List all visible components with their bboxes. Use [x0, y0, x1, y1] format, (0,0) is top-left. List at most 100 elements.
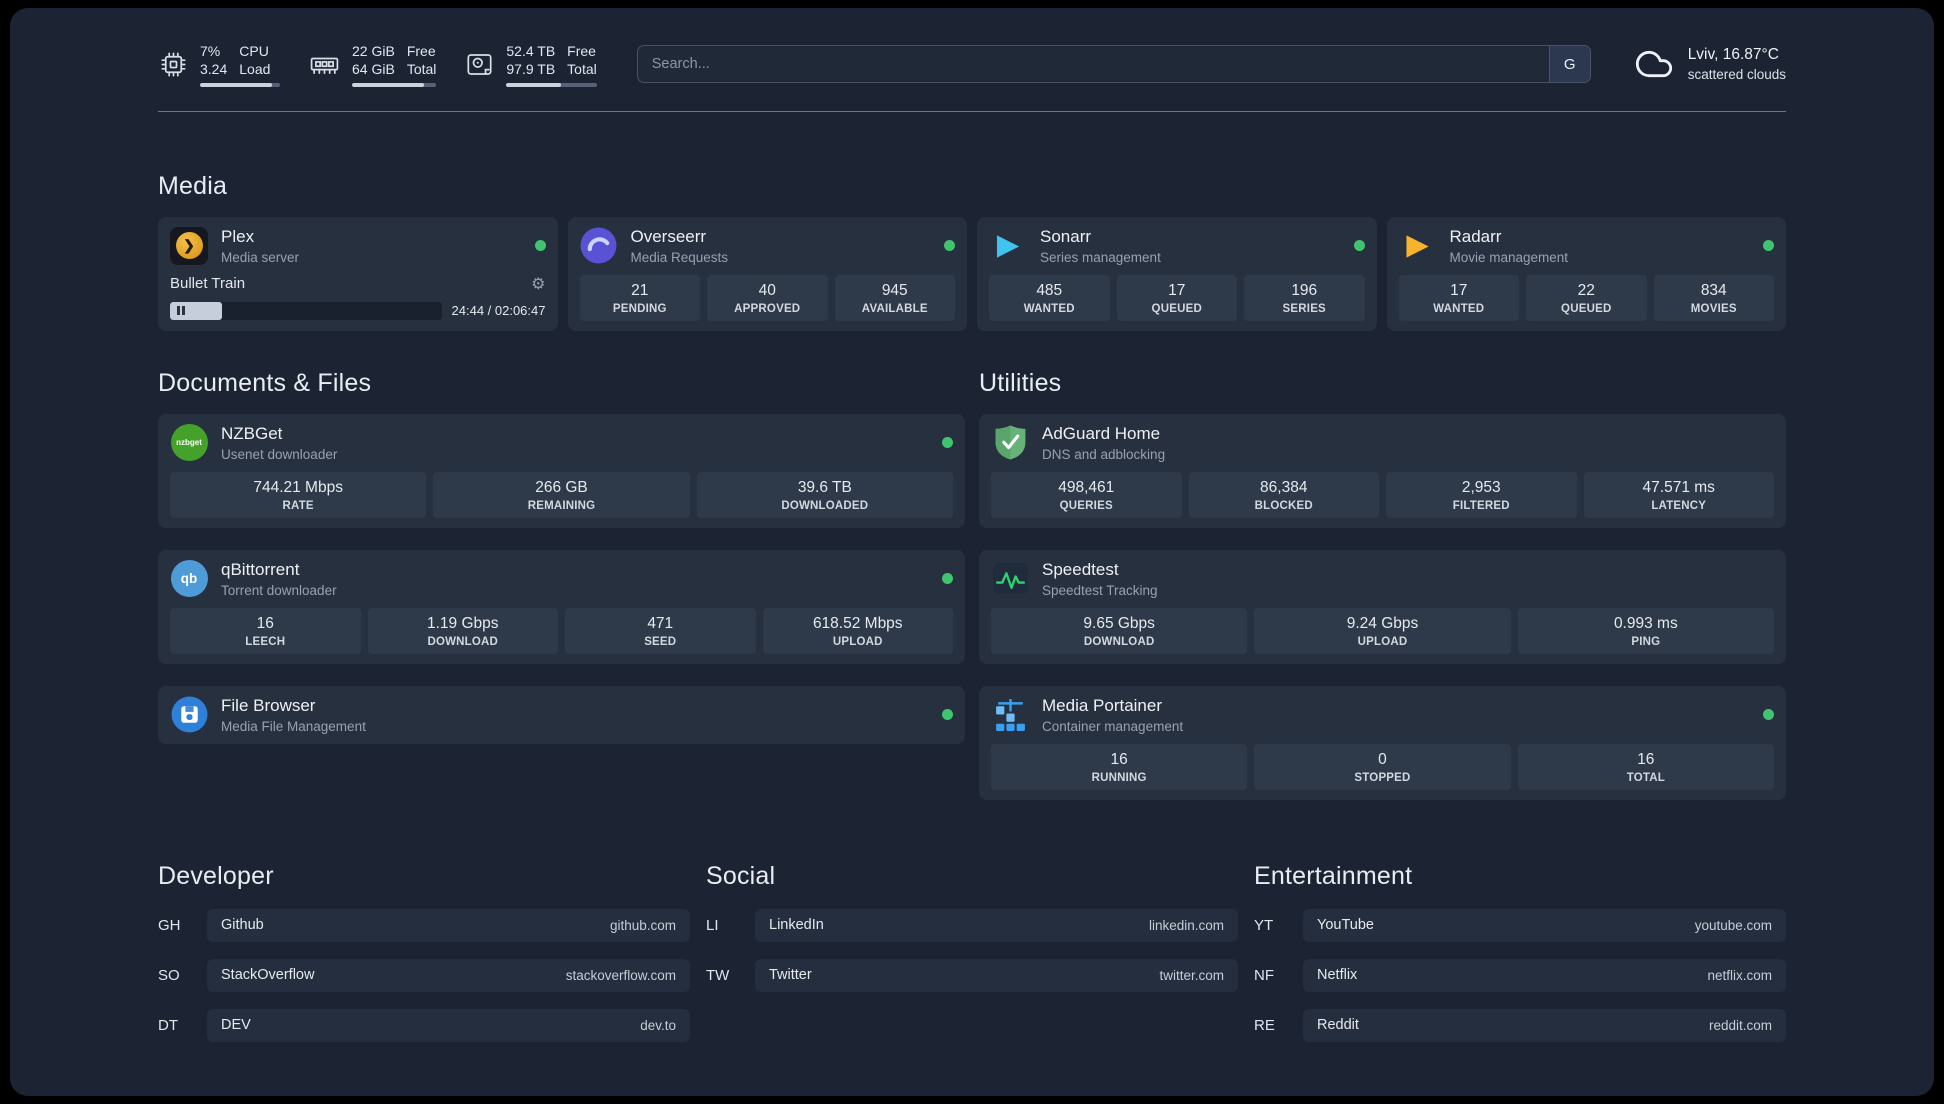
service-card-radarr[interactable]: ▶ Radarr Movie management 17 WANTED 22 Q… — [1386, 216, 1786, 331]
memory-total-label: Total — [406, 61, 437, 78]
disk-usage-bar — [506, 82, 597, 87]
playback-progress-bar — [170, 301, 442, 320]
disk-total-value: 97.9 TB — [506, 61, 556, 78]
service-name: AdGuard Home — [1042, 424, 1161, 444]
service-desc: DNS and adblocking — [1042, 446, 1166, 462]
plex-icon: ❯ — [170, 226, 208, 265]
service-desc: Movie management — [1449, 249, 1569, 265]
service-card-overseerr[interactable]: Overseerr Media Requests 21 PENDING 40 A… — [567, 216, 967, 331]
service-card-adguard[interactable]: AdGuard Home DNS and adblocking 498,461 … — [979, 413, 1786, 528]
cpu-load-label: Load — [239, 61, 271, 78]
memory-usage-bar — [352, 82, 437, 87]
service-name: Media Portainer — [1042, 696, 1163, 716]
cpu-label: CPU — [239, 43, 269, 59]
stat-box: 945 AVAILABLE — [834, 274, 955, 321]
memory-total-value: 64 GiB — [352, 61, 395, 78]
playback-time: 24:44 / 02:06:47 — [451, 303, 546, 319]
bookmark-name: LinkedIn — [769, 917, 824, 934]
disk-total-label: Total — [567, 61, 597, 78]
stat-box: 471 SEED — [565, 607, 756, 654]
bookmark-github[interactable]: GH Github github.com — [158, 908, 690, 942]
weather-location: Lviv, 16.87°C — [1687, 46, 1779, 64]
service-card-speedtest[interactable]: Speedtest Speedtest Tracking 9.65 Gbps D… — [979, 549, 1786, 664]
weather-widget: Lviv, 16.87°C scattered clouds — [1631, 44, 1786, 85]
bookmark-reddit[interactable]: RE Reddit reddit.com — [1254, 1008, 1786, 1042]
bookmark-abbr: SO — [158, 966, 180, 984]
memory-free-label: Free — [406, 43, 436, 59]
stat-box: 0.993 ms PING — [1517, 607, 1774, 654]
service-card-sonarr[interactable]: ▶ Sonarr Series management 485 WANTED 17… — [977, 216, 1377, 331]
bookmark-abbr: NF — [1254, 966, 1274, 984]
section-social: Social LI LinkedIn linkedin.com TW Twitt… — [706, 862, 1238, 1042]
cpu-load-value: 3.24 — [200, 61, 228, 78]
service-card-nzbget[interactable]: nzbget NZBGet Usenet downloader 744.21 M… — [158, 413, 965, 528]
status-dot — [1353, 240, 1365, 252]
service-card-qbittorrent[interactable]: qb qBittorrent Torrent downloader 16 LEE… — [158, 549, 965, 664]
service-desc: Container management — [1042, 718, 1184, 734]
stat-box: 196 SERIES — [1244, 274, 1365, 321]
section-title-developer: Developer — [158, 861, 274, 890]
section-title-media: Media — [158, 171, 228, 200]
stat-box: 21 PENDING — [579, 274, 700, 321]
bookmark-netflix[interactable]: NF Netflix netflix.com — [1254, 958, 1786, 992]
service-card-portainer[interactable]: Media Portainer Container management 16 … — [979, 685, 1786, 800]
bookmark-twitter[interactable]: TW Twitter twitter.com — [706, 958, 1238, 992]
memory-icon — [310, 57, 339, 74]
service-card-filebrowser[interactable]: File Browser Media File Management — [158, 685, 965, 744]
bookmark-name: Twitter — [769, 967, 812, 984]
section-documents: Documents & Files nzbget NZBGet Usenet d… — [158, 369, 965, 744]
bookmark-abbr: YT — [1254, 916, 1274, 934]
gear-icon[interactable]: ⚙ — [531, 274, 545, 294]
status-dot — [942, 437, 953, 449]
overseerr-icon — [580, 227, 618, 265]
disk-free-value: 52.4 TB — [506, 43, 556, 59]
service-card-plex[interactable]: ❯ Plex Media server Bullet Train ⚙ 24:44… — [158, 216, 558, 331]
service-desc: Speedtest Tracking — [1042, 582, 1158, 598]
service-desc: Series management — [1040, 249, 1161, 265]
stat-box: 9.65 Gbps DOWNLOAD — [991, 607, 1248, 654]
service-desc: Usenet downloader — [221, 446, 338, 462]
dashboard-frame: 7% 3.24 CPU Load 22 GiB 64 GiB Free Tota… — [10, 8, 1934, 1096]
stat-box: 9.24 Gbps UPLOAD — [1254, 607, 1511, 654]
bookmark-domain: github.com — [609, 917, 676, 933]
search-engine-button[interactable]: G — [1548, 46, 1590, 83]
service-name: Radarr — [1449, 227, 1502, 247]
stat-box: 47.571 ms LATENCY — [1583, 471, 1774, 518]
pause-icon — [177, 302, 187, 320]
stat-box: 16 TOTAL — [1517, 743, 1774, 790]
cpu-usage-bar — [200, 82, 280, 87]
bookmark-domain: youtube.com — [1694, 917, 1772, 933]
status-dot — [942, 573, 953, 585]
bookmark-youtube[interactable]: YT YouTube youtube.com — [1254, 908, 1786, 942]
service-name: NZBGet — [221, 424, 283, 444]
stat-box: 22 QUEUED — [1526, 274, 1647, 321]
topbar-divider — [158, 110, 1786, 112]
portainer-crane-icon — [991, 696, 1029, 734]
stat-box: 17 WANTED — [1398, 274, 1519, 321]
radarr-icon: ▶ — [1406, 229, 1429, 262]
cpu-icon — [161, 52, 186, 77]
bookmark-stackoverflow[interactable]: SO StackOverflow stackoverflow.com — [158, 958, 690, 992]
stat-box: 86,384 BLOCKED — [1188, 471, 1379, 518]
search-input[interactable] — [636, 45, 1591, 84]
section-title-social: Social — [706, 861, 776, 890]
bookmark-linkedin[interactable]: LI LinkedIn linkedin.com — [706, 908, 1238, 942]
search-bar: G — [636, 45, 1591, 84]
bookmark-dev[interactable]: DT DEV dev.to — [158, 1008, 690, 1042]
stat-box: 0 STOPPED — [1254, 743, 1511, 790]
service-name: Overseerr — [630, 227, 707, 247]
memory-free-value: 22 GiB — [352, 43, 395, 59]
stat-box: 16 LEECH — [170, 607, 361, 654]
service-name: Speedtest — [1042, 560, 1119, 580]
stat-box: 2,953 FILTERED — [1386, 471, 1577, 518]
service-desc: Media Requests — [630, 249, 729, 265]
section-entertainment: Entertainment YT YouTube youtube.com NF … — [1254, 862, 1786, 1042]
bookmark-abbr: DT — [158, 1016, 178, 1034]
bookmark-abbr: GH — [158, 916, 181, 934]
cloud-icon — [1635, 51, 1672, 78]
stat-box: 498,461 QUERIES — [991, 471, 1182, 518]
resource-cpu: 7% 3.24 CPU Load — [158, 42, 280, 87]
bookmark-name: DEV — [221, 1017, 251, 1034]
bookmark-abbr: RE — [1254, 1016, 1275, 1034]
adguard-shield-icon — [991, 424, 1029, 462]
